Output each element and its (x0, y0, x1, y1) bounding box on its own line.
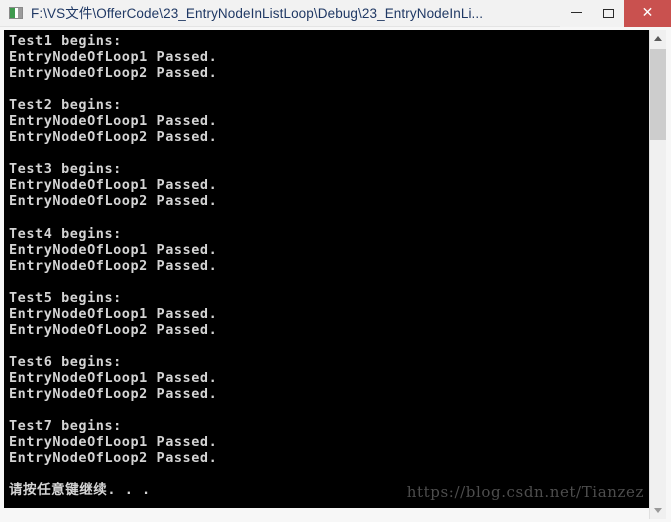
scroll-down-button[interactable] (650, 502, 666, 519)
console-output-area[interactable]: Test1 begins: EntryNodeOfLoop1 Passed. E… (4, 30, 650, 508)
vertical-scrollbar[interactable] (649, 30, 666, 519)
console-window: F:\VS文件\OfferCode\23_EntryNodeInListLoop… (0, 0, 671, 522)
window-title: F:\VS文件\OfferCode\23_EntryNodeInListLoop… (31, 5, 484, 21)
window-controls: ✕ (560, 0, 671, 27)
window-titlebar[interactable]: F:\VS文件\OfferCode\23_EntryNodeInListLoop… (0, 0, 671, 27)
chevron-up-icon (654, 36, 662, 41)
close-icon: ✕ (641, 4, 654, 20)
scrollbar-thumb[interactable] (650, 49, 666, 140)
scroll-up-button[interactable] (650, 30, 666, 47)
console-frame: Test1 begins: EntryNodeOfLoop1 Passed. E… (0, 27, 671, 522)
maximize-button[interactable] (592, 0, 624, 27)
chevron-down-icon (654, 508, 662, 513)
close-button[interactable]: ✕ (624, 0, 671, 27)
console-app-icon (8, 5, 24, 21)
watermark-text: https://blog.csdn.net/Tianzez (406, 483, 644, 501)
minimize-button[interactable] (560, 0, 592, 27)
console-output-text: Test1 begins: EntryNodeOfLoop1 Passed. E… (9, 33, 218, 499)
